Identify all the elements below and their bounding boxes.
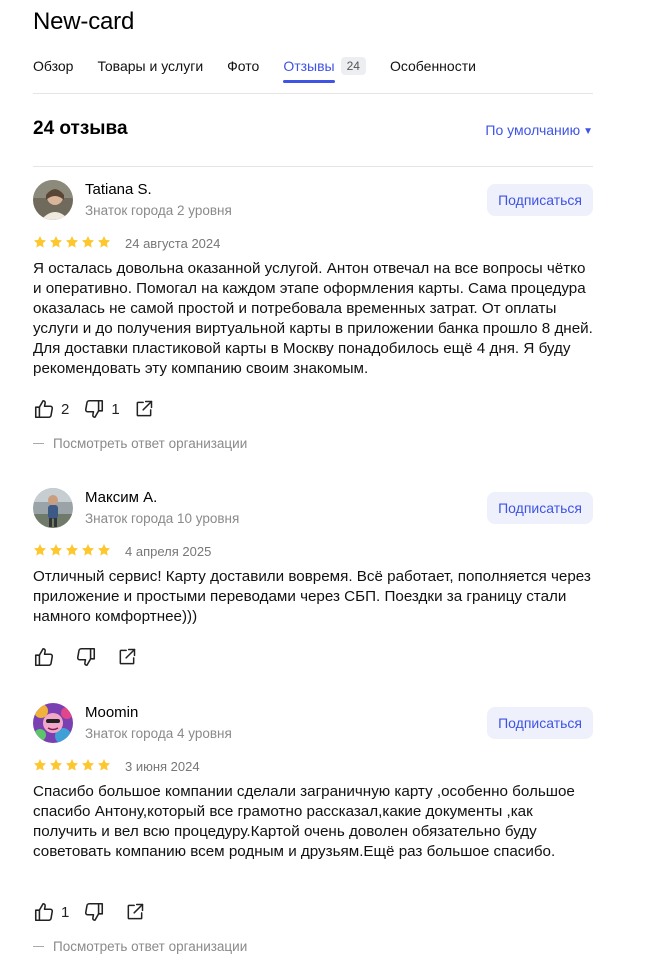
tab-label: Отзывы <box>283 58 335 74</box>
tab-photo[interactable]: Фото <box>227 56 259 74</box>
star-icon <box>65 236 79 248</box>
thumbs-down-icon <box>76 647 96 667</box>
sort-dropdown[interactable]: По умолчанию ▼ <box>485 122 593 138</box>
review-author-level: Знаток города 10 уровня <box>85 511 240 526</box>
dash-icon <box>33 442 44 444</box>
star-icon <box>65 544 79 556</box>
review-author[interactable]: Moomin <box>85 704 138 721</box>
review-author-level: Знаток города 2 уровня <box>85 203 232 218</box>
thumbs-down-icon <box>85 902 104 922</box>
avatar[interactable] <box>33 703 73 743</box>
review-author[interactable]: Максим А. <box>85 489 157 506</box>
review-date: 3 июня 2024 <box>125 759 200 774</box>
share-icon <box>119 648 136 665</box>
review-date: 24 августа 2024 <box>125 236 221 251</box>
star-icon <box>81 759 95 771</box>
divider <box>33 166 593 167</box>
thumbs-up-icon <box>34 399 54 419</box>
star-icon <box>81 544 95 556</box>
sort-label: По умолчанию <box>485 122 581 138</box>
thumbs-down-icon <box>85 399 104 419</box>
star-icon <box>81 236 95 248</box>
review-author-level: Знаток города 4 уровня <box>85 726 232 741</box>
avatar[interactable] <box>33 180 73 220</box>
star-icon <box>97 544 111 556</box>
review-actions: 2 1 <box>33 397 168 421</box>
share-button[interactable] <box>125 902 145 922</box>
star-icon <box>33 759 47 771</box>
share-button[interactable] <box>134 399 154 419</box>
review-date: 4 апреля 2025 <box>125 544 212 559</box>
star-icon <box>49 759 63 771</box>
review-card: Moomin Знаток города 4 уровня Подписатьс… <box>33 703 593 962</box>
review-text: Я осталась довольна оказанной услугой. А… <box>33 260 593 377</box>
rating-stars <box>33 235 111 249</box>
review-text: Спасибо большое компании сделали заграни… <box>33 783 575 860</box>
review-card: Максим А. Знаток города 10 уровня Подпис… <box>33 488 593 678</box>
star-icon <box>33 236 47 248</box>
view-org-answer-link[interactable]: Посмотреть ответ организации <box>33 939 247 954</box>
review-author[interactable]: Tatiana S. <box>85 181 152 198</box>
thumbs-up-icon <box>34 902 54 922</box>
reviews-count-badge: 24 <box>340 57 366 75</box>
view-org-answer-link[interactable]: Посмотреть ответ организации <box>33 436 247 451</box>
review-text: Отличный сервис! Карту доставили вовремя… <box>33 568 591 625</box>
caret-down-icon: ▼ <box>583 126 593 137</box>
dislike-button[interactable] <box>75 646 103 668</box>
tab-overview[interactable]: Обзор <box>33 56 73 74</box>
share-icon <box>136 400 152 417</box>
tab-label: Обзор <box>33 58 74 74</box>
thumbs-up-icon <box>34 647 54 667</box>
page-title: New-card <box>33 8 135 35</box>
tab-label: Фото <box>227 58 260 74</box>
star-icon <box>97 759 111 771</box>
rating-stars <box>33 758 111 772</box>
tab-bar: Обзор Товары и услуги Фото Отзывы 24 Особ… <box>33 56 500 86</box>
tab-goods-services[interactable]: Товары и услуги <box>97 56 203 74</box>
tab-label: Особенности <box>389 58 476 74</box>
reviews-heading: 24 отзыва <box>33 118 128 139</box>
like-button[interactable] <box>33 646 61 668</box>
review-actions: 1 <box>33 900 159 924</box>
tab-features[interactable]: Особенности <box>390 56 476 74</box>
divider <box>33 93 593 94</box>
dislike-button[interactable]: 1 <box>83 398 120 420</box>
subscribe-button[interactable]: Подписаться <box>487 707 593 739</box>
share-icon <box>127 903 144 920</box>
subscribe-button[interactable]: Подписаться <box>487 492 593 524</box>
star-icon <box>65 759 79 771</box>
subscribe-button[interactable]: Подписаться <box>487 184 593 216</box>
like-count: 2 <box>61 400 70 418</box>
star-icon <box>49 544 63 556</box>
tab-label: Товары и услуги <box>97 58 204 74</box>
star-icon <box>97 236 111 248</box>
review-card: Tatiana S. Знаток города 2 уровня Подпис… <box>33 180 593 460</box>
avatar[interactable] <box>33 488 73 528</box>
review-actions <box>33 645 151 669</box>
share-button[interactable] <box>117 647 137 667</box>
dislike-count: 1 <box>111 400 120 418</box>
star-icon <box>49 236 63 248</box>
active-tab-indicator <box>283 80 336 83</box>
dash-icon <box>33 945 44 947</box>
org-answer-label: Посмотреть ответ организации <box>53 939 248 954</box>
star-icon <box>33 544 47 556</box>
like-count: 1 <box>61 903 70 921</box>
like-button[interactable]: 2 <box>33 398 69 420</box>
tab-reviews[interactable]: Отзывы 24 <box>283 56 366 83</box>
org-answer-label: Посмотреть ответ организации <box>53 436 248 451</box>
rating-stars <box>33 543 111 557</box>
dislike-button[interactable] <box>83 901 111 923</box>
like-button[interactable]: 1 <box>33 901 69 923</box>
